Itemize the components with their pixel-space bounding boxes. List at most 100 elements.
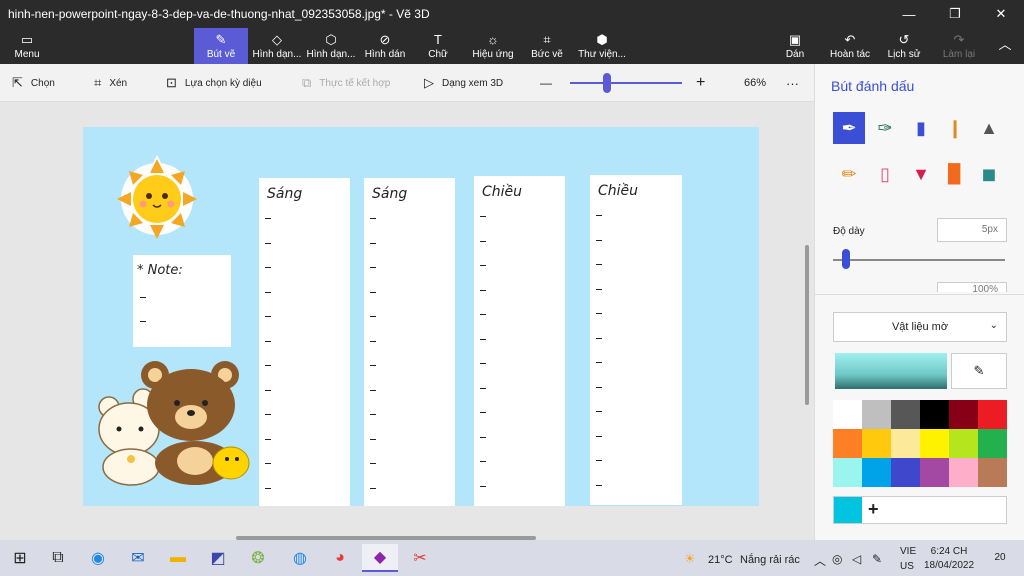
network-icon[interactable]: ◎ — [832, 552, 842, 566]
maximize-button[interactable]: ❐ — [932, 0, 978, 28]
eraser-tool[interactable]: ▯ — [869, 158, 901, 190]
tab-2d-shapes[interactable]: ◇ Hình dạn... — [250, 28, 304, 64]
thickness-slider-thumb[interactable] — [841, 249, 850, 269]
undo-button[interactable]: ↶ Hoàn tác — [824, 28, 876, 64]
zoom-slider-track[interactable] — [570, 82, 682, 84]
edge-app[interactable]: ◉ — [80, 544, 116, 572]
schedule-line — [370, 488, 376, 489]
eyedropper-button[interactable]: ✎ — [951, 353, 1007, 389]
file-explorer-app[interactable]: ▬ — [160, 544, 196, 572]
history-button[interactable]: ↺ Lịch sử — [880, 28, 928, 64]
color-swatch[interactable] — [891, 458, 920, 487]
language-bottom[interactable]: US — [900, 561, 914, 572]
schedule-line — [480, 216, 486, 217]
weather-temp[interactable]: 21°C — [708, 554, 733, 566]
menu-button[interactable]: ▭ Menu — [0, 28, 54, 64]
chevron-up-icon[interactable]: ︿ — [814, 552, 826, 569]
calligraphy-pen-tool[interactable]: ✑ — [869, 112, 901, 144]
redo-button[interactable]: ↷ Làm lại — [936, 28, 982, 64]
pixel-pen-icon: ▲ — [980, 117, 998, 138]
clock[interactable]: 6:24 CH 18/04/2022 — [916, 545, 982, 573]
paint-3d-app[interactable]: ◆ — [362, 544, 398, 572]
canvas-image[interactable]: * Note: Sáng Sáng Chiều Chiều — [83, 127, 759, 506]
spray-can-tool[interactable]: ▉ — [939, 158, 971, 190]
opacity-input[interactable]: 100% — [937, 282, 1007, 292]
snip-app[interactable]: ✂ — [402, 544, 438, 572]
view-3d-label: Dạng xem 3D — [442, 77, 504, 89]
brush-panel: Bút đánh dấu ✒ ✑ ▮ ❙ ▲ ✏ ▯ ▼ ▉ ◼ Độ dày … — [814, 64, 1024, 540]
oil-brush-tool[interactable]: ▮ — [905, 112, 937, 144]
volume-icon[interactable]: ◁ — [852, 552, 861, 566]
marker-tool[interactable]: ✒ — [833, 112, 865, 144]
notification-center-button[interactable]: 20 — [990, 548, 1010, 568]
pen-icon[interactable]: ✎ — [872, 552, 882, 566]
tab-library[interactable]: ⬢ Thư viện... — [574, 28, 630, 64]
weather-text[interactable]: Nắng rải rác — [740, 554, 800, 566]
note-title: * Note: — [137, 263, 183, 278]
color-swatch[interactable] — [949, 400, 978, 429]
color-swatch[interactable] — [833, 429, 862, 458]
color-swatch[interactable] — [920, 458, 949, 487]
color-swatch[interactable] — [833, 458, 862, 487]
color-swatch[interactable] — [862, 429, 891, 458]
paste-button[interactable]: ▣ Dán — [776, 28, 814, 64]
tab-canvas[interactable]: ⌗ Bức vẽ — [522, 28, 572, 64]
zoom-in-button[interactable]: + — [696, 64, 705, 102]
minimize-button[interactable]: — — [886, 0, 932, 28]
fill-tool[interactable]: ◼ — [973, 158, 1005, 190]
color-swatch[interactable] — [978, 458, 1007, 487]
schedule-line — [480, 314, 486, 315]
magic-select-button[interactable]: ⊡ Lựa chọn kỳ diệu — [166, 64, 262, 102]
add-color-button[interactable]: + — [868, 499, 879, 520]
crayon-tool[interactable]: ▼ — [905, 158, 937, 190]
greenshot-app[interactable]: ❂ — [240, 544, 276, 572]
column-title: Chiều — [598, 183, 639, 199]
custom-color-swatch[interactable] — [834, 497, 862, 523]
chrome-app[interactable]: ◕ — [322, 544, 358, 572]
tab-effects[interactable]: ☼ Hiệu ứng — [466, 28, 520, 64]
thickness-slider-track[interactable] — [833, 259, 1005, 261]
watercolor-tool[interactable]: ❙ — [939, 112, 971, 144]
color-swatch[interactable] — [862, 458, 891, 487]
zoom-slider-thumb[interactable] — [602, 73, 611, 93]
start-button[interactable]: ⊞ — [2, 544, 38, 572]
fountain-pen-icon: ✑ — [877, 117, 893, 138]
title-bar: hinh-nen-powerpoint-ngay-8-3-dep-va-de-t… — [0, 0, 1024, 28]
tab-stickers[interactable]: ⊘ Hình dán — [358, 28, 412, 64]
vertical-scrollbar[interactable] — [805, 245, 809, 405]
color-swatch[interactable] — [920, 429, 949, 458]
color-swatch[interactable] — [978, 400, 1007, 429]
messaging-app[interactable]: ◍ — [282, 544, 318, 572]
view-3d-button[interactable]: ▷ Dạng xem 3D — [424, 64, 503, 102]
color-swatch[interactable] — [949, 458, 978, 487]
pencil-tool[interactable]: ✏ — [833, 158, 865, 190]
pixel-pen-tool[interactable]: ▲ — [973, 112, 1005, 144]
collapse-ribbon-button[interactable]: ︿ — [990, 28, 1020, 64]
color-swatch[interactable] — [949, 429, 978, 458]
language-top[interactable]: VIE — [900, 546, 916, 557]
mail-app[interactable]: ✉ — [120, 544, 156, 572]
color-swatch[interactable] — [978, 429, 1007, 458]
tab-text[interactable]: T Chữ — [414, 28, 462, 64]
tab-brushes[interactable]: ✎ Bút vẽ — [194, 28, 248, 64]
material-dropdown[interactable]: Vật liệu mờ ⌄ — [833, 312, 1007, 342]
schedule-line — [596, 338, 602, 339]
thickness-input[interactable]: 5px — [937, 218, 1007, 242]
library-icon: ⬢ — [596, 31, 608, 47]
color-swatch[interactable] — [862, 400, 891, 429]
tab-3d-shapes[interactable]: ⬡ Hình dạn... — [304, 28, 358, 64]
close-button[interactable]: ✕ — [978, 0, 1024, 28]
task-view-button[interactable]: ⧉ — [40, 544, 76, 572]
mixed-reality-button[interactable]: ⧉ Thực tế kết hợp — [302, 64, 390, 102]
color-swatch[interactable] — [920, 400, 949, 429]
crop-button[interactable]: ⌗ Xén — [94, 64, 127, 102]
zoom-out-button[interactable]: — — [540, 64, 552, 102]
color-swatch[interactable] — [891, 429, 920, 458]
color-swatch[interactable] — [833, 400, 862, 429]
more-options-button[interactable]: ··· — [786, 64, 799, 102]
select-button[interactable]: ⇱ Chọn — [12, 64, 55, 102]
cursor-icon: ⇱ — [12, 75, 23, 90]
current-color-swatch[interactable] — [835, 353, 947, 389]
color-swatch[interactable] — [891, 400, 920, 429]
whiteboard-app[interactable]: ◩ — [200, 544, 236, 572]
